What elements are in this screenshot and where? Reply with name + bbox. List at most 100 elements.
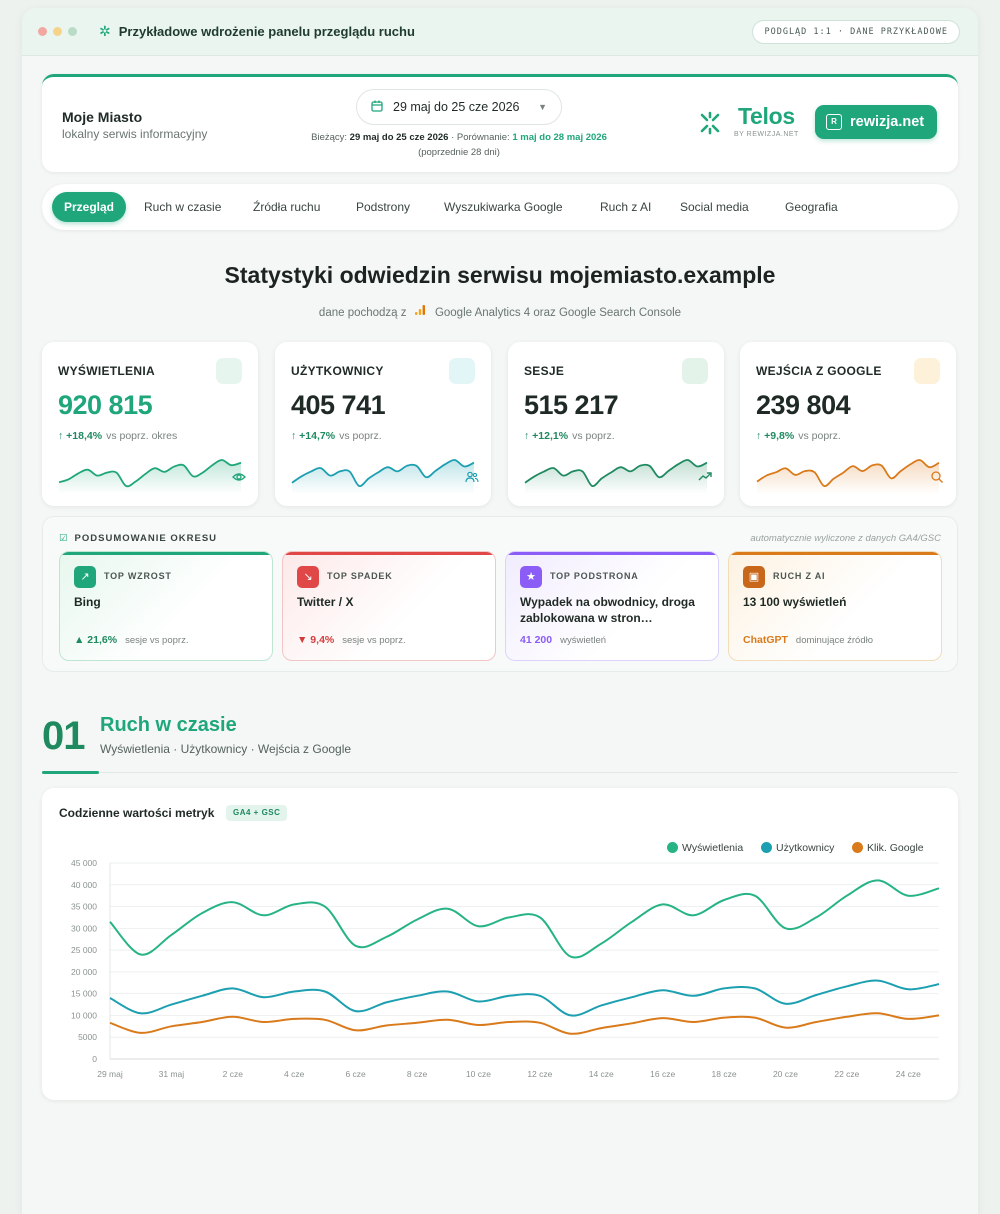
preview-badge: PODGLĄD 1:1 · DANE PRZYKŁADOWE: [752, 20, 960, 44]
trend-up-icon: [682, 358, 712, 481]
source-name: Google Analytics 4 oraz Google Search Co…: [434, 307, 682, 319]
date-range-picker[interactable]: 29 maj do 25 cze 2026 ▼: [356, 89, 562, 125]
y-tick-label: 25 000: [71, 945, 97, 955]
page-subtitle: dane pochodzą z Google Analytics 4 oraz …: [22, 304, 978, 319]
rewizja-logo-icon: R: [826, 114, 842, 130]
y-tick-label: 30 000: [71, 923, 97, 933]
compare-range: 1 maj do 28 maj 2026: [512, 132, 607, 143]
legend-label: Użytkownicy: [776, 842, 835, 854]
legend-wyswietlenia[interactable]: Wyświetlenia: [667, 842, 743, 854]
x-tick-label: 20 cze: [773, 1069, 798, 1079]
source-prefix: dane pochodzą z: [318, 307, 407, 319]
legend-dot: [852, 842, 863, 853]
x-tick-label: 16 cze: [650, 1069, 675, 1079]
kpi-sparkline: [291, 459, 475, 494]
date-info: Bieżący: 29 maj do 25 cze 2026 · Porówna…: [262, 130, 656, 160]
summary-card-top-wzrost[interactable]: ↗ TOP WZROST Bing ▲ 21,6% sesje vs poprz.: [59, 551, 273, 661]
app-window: ✲ Przykładowe wdrożenie panelu przeglądu…: [22, 8, 978, 1214]
tab-geografia[interactable]: Geografia: [785, 192, 838, 222]
kpi-delta-note: vs poprz. okres: [106, 430, 178, 442]
search-icon: [914, 358, 943, 483]
kpi-label: UŻYTKOWNICY: [291, 364, 384, 378]
users-icon: [449, 358, 479, 483]
legend-dot: [761, 842, 772, 853]
legend-dot: [667, 842, 678, 853]
kpi-value: 405 741: [291, 390, 386, 420]
minimize-window-dot[interactable]: [53, 27, 62, 36]
card-value: 13 100 wyświetleń: [743, 595, 847, 609]
chart-source-badge: GA4 + GSC: [226, 805, 288, 821]
card-accent-bar: [283, 552, 495, 555]
tab-podstrony[interactable]: Podstrony: [356, 192, 410, 222]
card-stat-note: dominujące źródło: [795, 635, 874, 646]
sparkline-area: [525, 459, 707, 494]
tab-przeglad[interactable]: Przegląd: [52, 192, 127, 222]
y-tick-label: 20 000: [71, 967, 97, 977]
brand-name: Telos: [738, 103, 795, 129]
card-footer: 41 200 wyświetleń: [520, 634, 606, 646]
tab-zrodla-ruchu[interactable]: Źródła ruchu: [253, 192, 320, 222]
legend-label: Wyświetlenia: [682, 842, 744, 854]
brand-byline: BY REWIZJA.NET: [734, 131, 799, 138]
summary-title: ☑ PODSUMOWANIE OKRESU: [59, 533, 217, 544]
tab-ruch-w-czasie[interactable]: Ruch w czasie: [144, 192, 221, 222]
period-summary: ☑ PODSUMOWANIE OKRESU automatycznie wylic…: [42, 516, 958, 672]
series-line-klik-google: [109, 1012, 940, 1035]
kpi-delta-value: ↑ +14,7%: [291, 430, 336, 442]
trend-up-icon: ↗: [74, 566, 96, 588]
section-number: 01: [42, 714, 85, 758]
x-tick-label: 22 cze: [834, 1069, 859, 1079]
summary-card-top-spadek[interactable]: ↘ TOP SPADEK Twitter / X ▼ 9,4% sesje vs …: [282, 551, 496, 661]
x-tick-label: 24 cze: [896, 1069, 921, 1079]
google-analytics-icon: [414, 305, 429, 319]
close-window-dot[interactable]: [38, 27, 47, 36]
kpi-label: WEJŚCIA Z GOOGLE: [756, 364, 882, 378]
sparkline-area: [292, 459, 474, 494]
tab-social-media[interactable]: Social media: [680, 192, 749, 222]
star-icon: ★: [520, 566, 542, 588]
x-tick-label: 12 cze: [527, 1069, 552, 1079]
kpi-card-uzytkownicy: UŻYTKOWNICY 405 741 ↑ +14,7% vs poprz.: [275, 342, 491, 506]
y-tick-label: 45 000: [71, 858, 97, 868]
compare-note: (poprzednie 28 dni): [418, 147, 500, 158]
kpi-card-sesje: SESJE 515 217 ↑ +12,1% vs poprz.: [508, 342, 724, 506]
section-subtitle: Wyświetlenia · Użytkownicy · Wejścia z G…: [100, 742, 352, 756]
summary-card-top-podstrona[interactable]: ★ TOP PODSTRONA Wypadek na obwodnicy, dr…: [505, 551, 719, 661]
legend-uzytkownicy[interactable]: Użytkownicy: [761, 842, 834, 854]
maximize-window-dot[interactable]: [68, 27, 77, 36]
checkbox-icon: ☑: [59, 533, 69, 544]
current-label: Bieżący:: [311, 132, 348, 143]
traffic-chart-card: 0 5000 10 000 15 000 20 000 25 000 30 000 35 00…: [42, 788, 958, 1100]
kpi-card-wyswietlenia: WYŚWIETLENIA 920 815 ↑ +18,4% vs poprz. o…: [42, 342, 258, 506]
chevron-down-icon: ▼: [538, 102, 547, 112]
x-tick-label: 31 maj: [159, 1069, 185, 1079]
card-accent-bar: [506, 552, 718, 555]
kpi-delta-value: ↑ +18,4%: [58, 430, 103, 442]
kpi-delta-note: vs poprz.: [339, 430, 382, 442]
kpi-sparkline: [58, 459, 242, 494]
tab-wyszukiwarka-google[interactable]: Wyszukiwarka Google: [444, 192, 563, 222]
kpi-value: 920 815: [58, 390, 153, 420]
x-tick-label: 29 maj: [97, 1069, 123, 1079]
current-range: 29 maj do 25 cze 2026: [349, 132, 449, 143]
page-title: Statystyki odwiedzin serwisu mojemiasto.…: [224, 262, 776, 288]
kpi-sparkline: [524, 459, 708, 494]
summary-card-ruch-z-ai[interactable]: ▣ RUCH Z AI 13 100 wyświetleń ChatGPT dom…: [728, 551, 942, 661]
card-label: TOP PODSTRONA: [550, 571, 639, 581]
card-label: RUCH Z AI: [773, 571, 826, 581]
window-title: Przykładowe wdrożenie panelu przeglądu r…: [118, 24, 415, 39]
section-title: Ruch w czasie: [100, 714, 237, 736]
card-stat: ▲ 21,6%: [74, 634, 118, 646]
x-tick-label: 4 cze: [284, 1069, 305, 1079]
card-accent-bar: [729, 552, 941, 555]
site-name: Moje Miasto: [62, 109, 143, 125]
kpi-card-wejscia-z-google: WEJŚCIA Z GOOGLE 239 804 ↑ +9,8% vs poprz…: [740, 342, 956, 506]
section-divider: [42, 772, 958, 773]
tab-ruch-z-ai[interactable]: Ruch z AI: [600, 192, 651, 222]
rewizja-button[interactable]: R rewizja.net: [815, 105, 937, 139]
card-label: TOP WZROST: [104, 571, 172, 581]
telos-brand-icon: [700, 111, 720, 135]
x-tick-label: 2 cze: [223, 1069, 244, 1079]
chart-title: Codzienne wartości metryk: [59, 806, 215, 820]
legend-klik-google[interactable]: Klik. Google: [852, 842, 924, 854]
